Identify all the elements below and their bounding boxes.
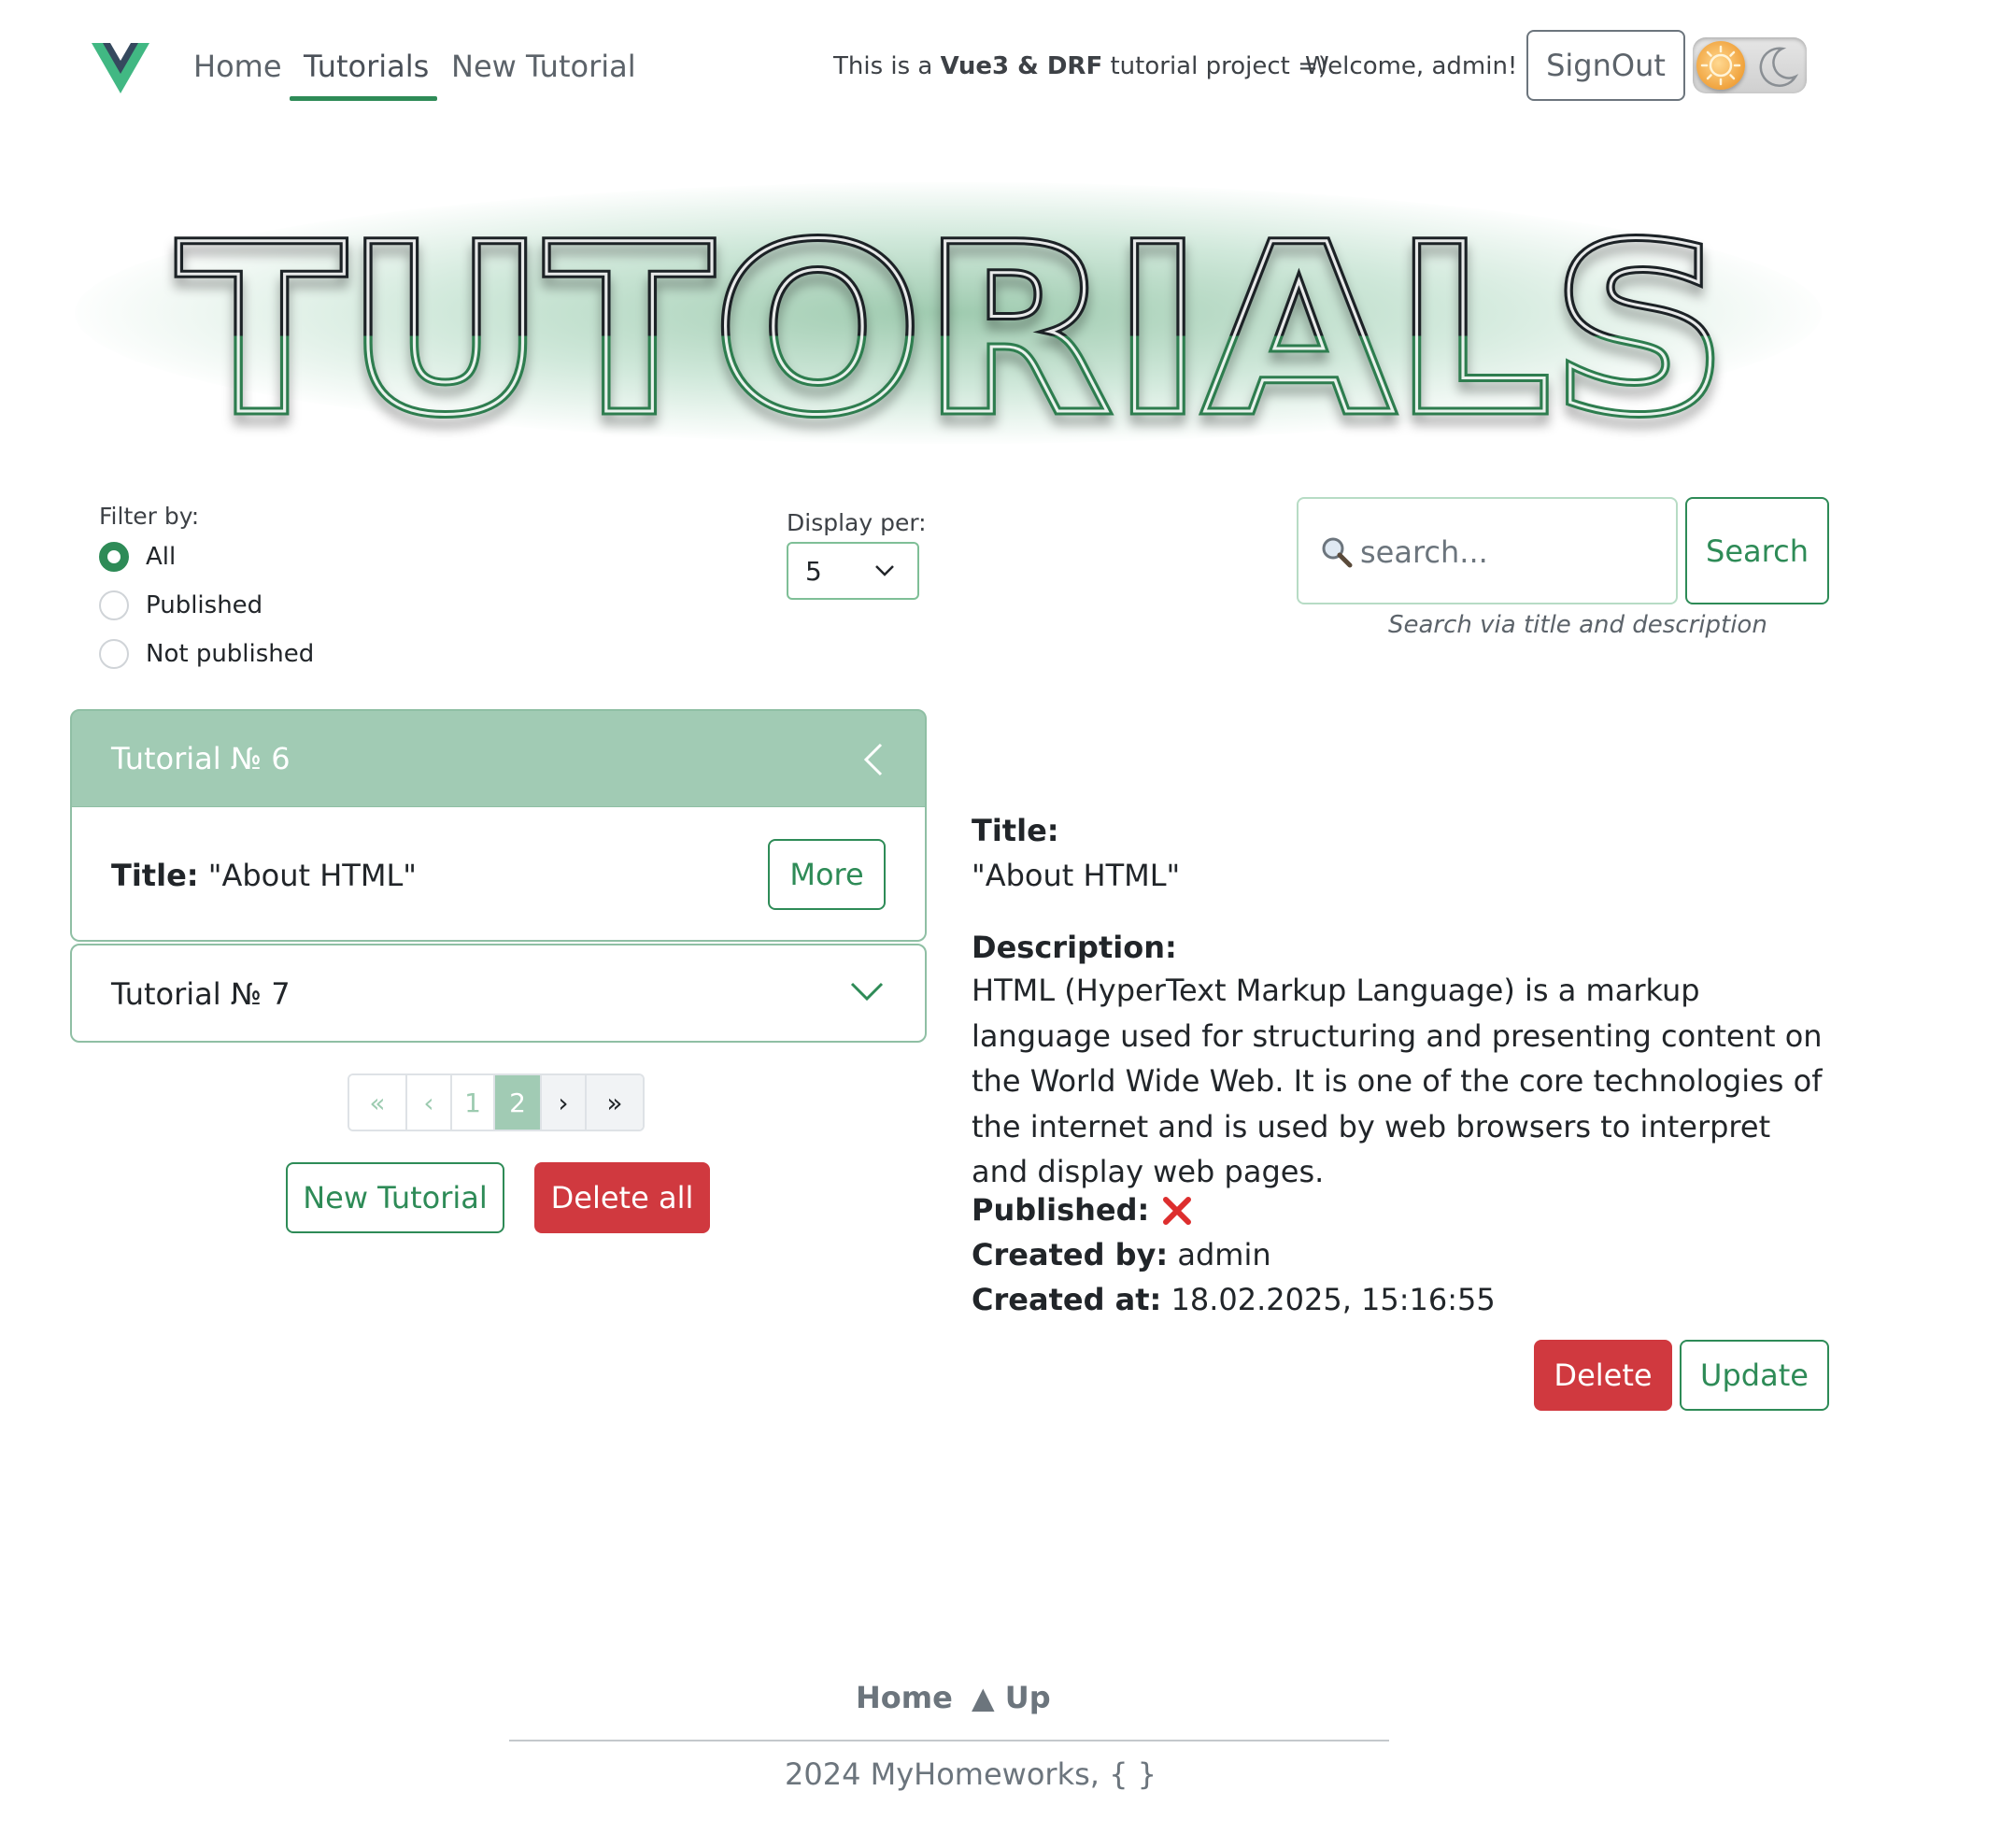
radio-circle[interactable]: [99, 639, 129, 669]
display-per-select[interactable]: 5: [787, 542, 919, 600]
nav-home[interactable]: Home: [193, 49, 282, 84]
page-prev-button[interactable]: ‹: [407, 1075, 452, 1130]
radio-label-published: Published: [146, 591, 263, 619]
moon-icon: [1754, 43, 1801, 93]
sun-icon: [1696, 41, 1745, 90]
welcome-text: Welcome, admin!: [1305, 52, 1518, 80]
new-tutorial-button[interactable]: New Tutorial: [286, 1162, 504, 1233]
accordion-title: Tutorial № 7: [111, 976, 291, 1012]
hero-text-inner: TUTORIALS: [177, 194, 1728, 448]
display-per-label: Display per:: [787, 509, 927, 536]
nav-tutorials[interactable]: Tutorials: [304, 49, 429, 84]
hero-title: TUTORIALS TUTORIALS: [174, 191, 1733, 449]
radio-label-all: All: [146, 543, 177, 571]
update-button[interactable]: Update: [1680, 1340, 1829, 1411]
footer-copyright: 2024 MyHomeworks, { }: [785, 1756, 1157, 1792]
footer-up-link[interactable]: ▲ Up: [972, 1680, 1051, 1715]
more-button[interactable]: More: [768, 839, 886, 910]
detail-description-label: Description:: [972, 930, 1177, 965]
theme-toggle[interactable]: [1693, 37, 1807, 93]
radio-circle[interactable]: [99, 590, 129, 620]
tagline: This is a Vue3 & DRF tutorial project =): [833, 52, 1328, 80]
page-1-button[interactable]: 1: [452, 1075, 495, 1130]
page-2-button[interactable]: 2: [495, 1075, 542, 1130]
page-first-button[interactable]: «: [349, 1075, 407, 1130]
nav-active-underline: [290, 96, 437, 101]
search-placeholder: search...: [1360, 534, 1488, 570]
detail-created-at: Created at: 18.02.2025, 15:16:55: [972, 1282, 1496, 1317]
radio-published[interactable]: Published: [99, 590, 263, 620]
cross-mark-icon: [1163, 1197, 1192, 1225]
detail-title-label: Title:: [972, 813, 1059, 848]
detail-created-by: Created by: admin: [972, 1237, 1271, 1272]
accordion-title: Tutorial № 6: [111, 741, 291, 776]
accordion-header-tutorial-7[interactable]: Tutorial № 7: [70, 944, 927, 1043]
accordion-header-tutorial-6[interactable]: Tutorial № 6: [70, 709, 927, 808]
footer-divider: [509, 1740, 1389, 1741]
detail-published: Published:: [972, 1192, 1192, 1228]
search-input[interactable]: search...: [1297, 497, 1678, 604]
search-icon: [1322, 537, 1353, 568]
search-hint: Search via title and description: [1388, 611, 1767, 639]
page-next-button[interactable]: ›: [542, 1075, 587, 1130]
page-last-button[interactable]: »: [587, 1075, 643, 1130]
display-per-value: 5: [805, 555, 822, 587]
filter-label: Filter by:: [99, 503, 200, 530]
chevron-down-icon: [850, 982, 884, 1002]
radio-all[interactable]: All: [99, 542, 176, 572]
signout-button[interactable]: SignOut: [1526, 30, 1685, 101]
detail-title-value: "About HTML": [972, 858, 1181, 893]
nav-new-tutorial[interactable]: New Tutorial: [451, 49, 636, 84]
delete-all-button[interactable]: Delete all: [534, 1162, 710, 1233]
radio-not-published[interactable]: Not published: [99, 639, 314, 669]
footer-home-link[interactable]: Home: [856, 1680, 953, 1715]
chevron-left-icon: [863, 743, 883, 776]
radio-circle-checked[interactable]: [99, 542, 129, 572]
accordion-body-title: Title: "About HTML": [111, 858, 417, 893]
search-button[interactable]: Search: [1685, 497, 1829, 604]
detail-description: HTML (HyperText Markup Language) is a ma…: [972, 973, 1823, 1189]
chevron-down-icon: [875, 565, 894, 576]
delete-button[interactable]: Delete: [1534, 1340, 1672, 1411]
pagination: « ‹ 1 2 › »: [348, 1073, 645, 1131]
vue-logo-icon[interactable]: [92, 43, 149, 93]
radio-label-not-published: Not published: [146, 640, 315, 668]
